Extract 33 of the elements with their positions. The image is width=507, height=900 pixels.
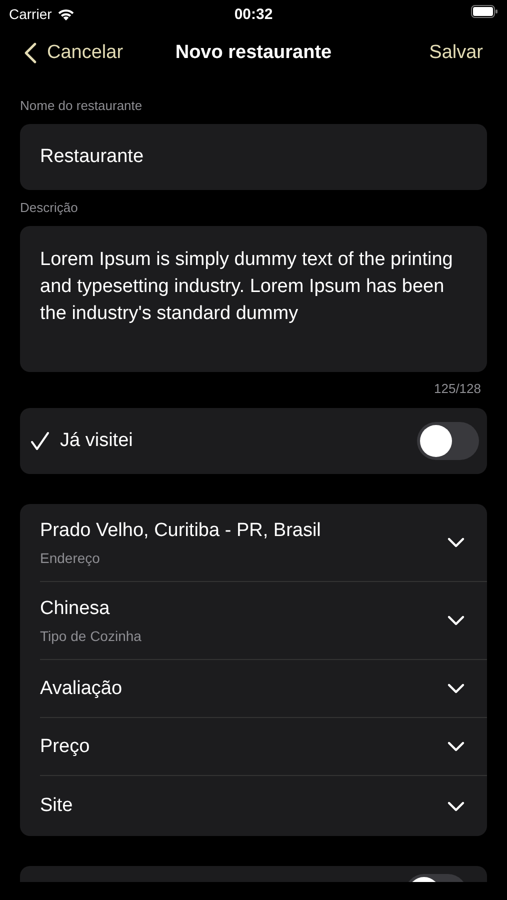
details-row[interactable]: Chinesa Tipo de Cozinha [40, 582, 487, 660]
row-subtitle: Endereço [40, 550, 100, 566]
row-title: Chinesa [40, 598, 110, 620]
row-title: Site [40, 795, 73, 817]
details-row[interactable]: Prado Velho, Curitiba - PR, Brasil Endereço [40, 504, 487, 582]
chevron-down-icon [447, 683, 465, 694]
carrier-label: Carrier [9, 6, 52, 22]
checkmark-icon [30, 431, 50, 451]
description-field[interactable]: Lorem Ipsum is simply dummy text of the printing and typesetting industry. Lorem Ipsum has been the industry's standard dummy [20, 226, 487, 372]
field-label: Nome do restaurante [20, 98, 142, 113]
name-field[interactable]: Restaurante [20, 124, 487, 190]
clock-time: 00:32 [234, 6, 273, 22]
visited-label: Já visitei [60, 430, 133, 452]
row-title: Avaliação [40, 678, 122, 700]
chevron-down-icon [447, 615, 465, 626]
chevron-down-icon [447, 741, 465, 752]
back-chevron-icon [24, 42, 37, 64]
details-row[interactable]: Avaliação [40, 660, 487, 718]
chevron-down-icon [447, 537, 465, 548]
details-row[interactable]: Site [40, 776, 487, 836]
cancel-button[interactable]: Cancelar [24, 42, 124, 64]
save-button[interactable]: Salvar [429, 42, 483, 64]
row-title: Prado Velho, Curitiba - PR, Brasil [40, 520, 321, 542]
field-label: Descrição [20, 200, 78, 215]
visited-switch[interactable] [417, 422, 479, 460]
battery-icon [471, 5, 498, 18]
screen-title: Novo restaurante [175, 42, 332, 64]
row-subtitle: Tipo de Cozinha [40, 628, 142, 644]
chevron-down-icon [447, 800, 465, 812]
character-counter: 125/128 [434, 381, 481, 396]
details-row[interactable]: Preço [40, 718, 487, 776]
row-title: Preço [40, 736, 90, 758]
wifi-icon [56, 8, 75, 20]
